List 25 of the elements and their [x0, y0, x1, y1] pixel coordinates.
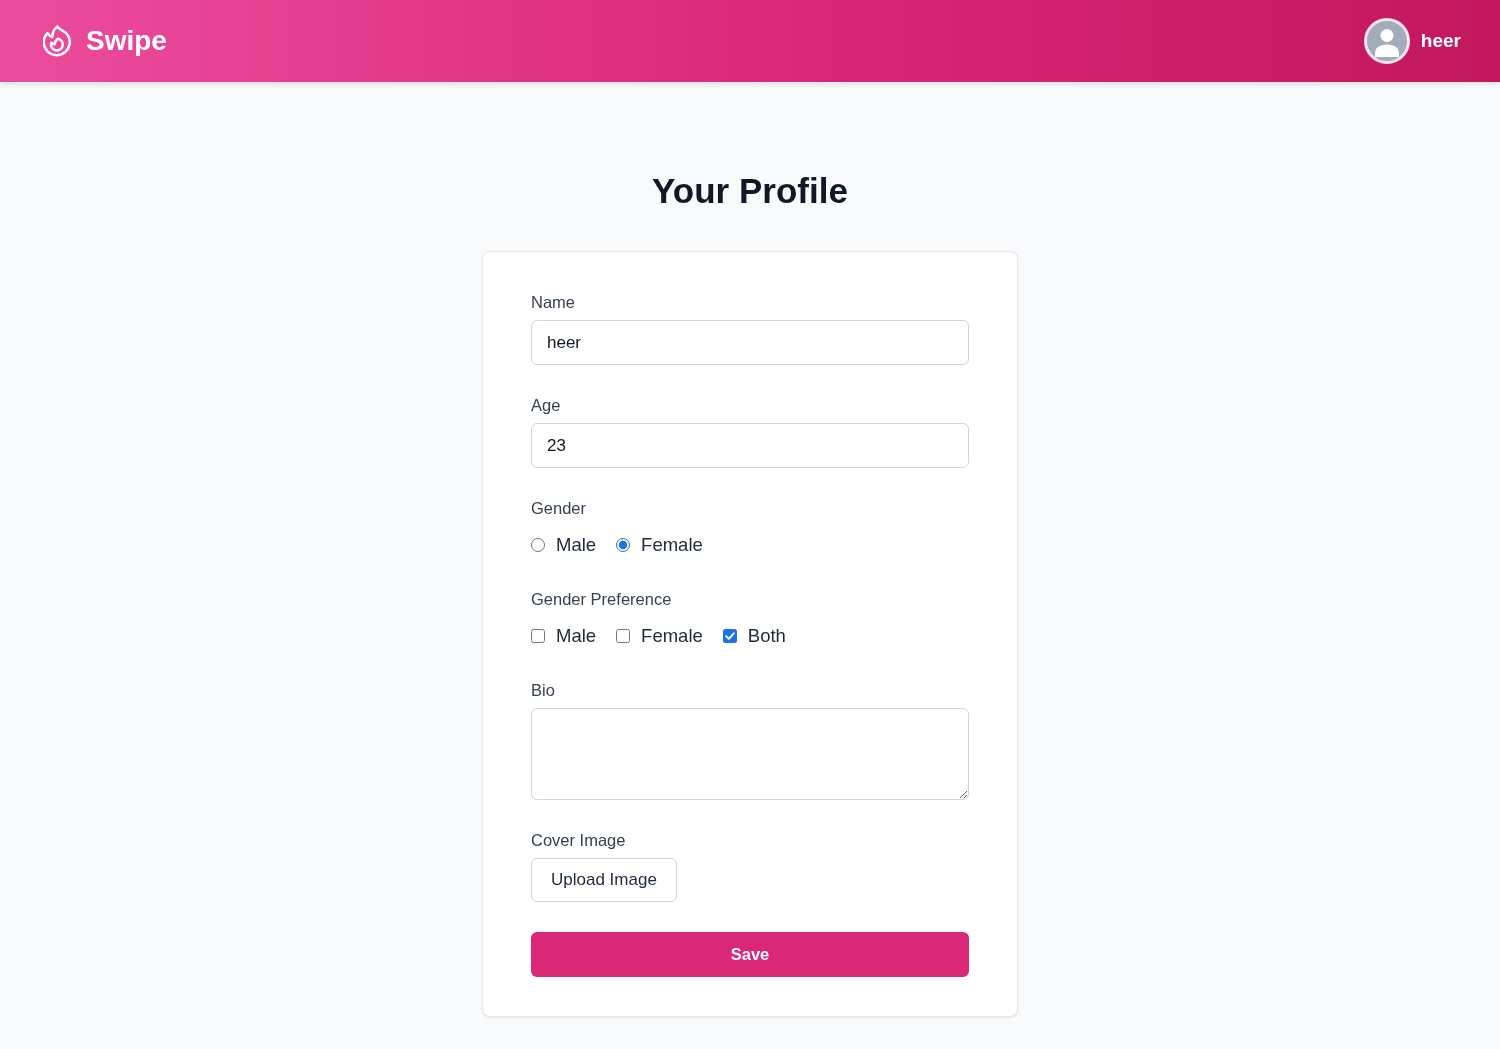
field-label: Age [531, 395, 562, 415]
flame-icon [43, 25, 71, 57]
input-field[interactable]: heer [531, 320, 969, 365]
avatar-icon [1363, 18, 1410, 64]
field-label: Name [531, 292, 576, 312]
field-label: Cover Image [531, 830, 627, 850]
checkbox[interactable] [722, 629, 737, 643]
field-label: Gender [531, 498, 588, 518]
input-field[interactable]: 23 [531, 423, 969, 468]
checkbox[interactable] [616, 629, 631, 643]
page-title: Your Profile [652, 171, 848, 211]
upload-button[interactable]: Upload Image [531, 858, 677, 902]
field-label: Gender Preference [531, 589, 673, 609]
option-label: Male [556, 624, 597, 648]
logo-link[interactable]: Swipe [43, 25, 167, 57]
checkbox[interactable] [531, 629, 545, 643]
option-label: Female [641, 533, 703, 557]
option-label: Both [747, 624, 786, 648]
save-button[interactable]: Save [531, 932, 969, 977]
radio-button[interactable] [531, 538, 545, 552]
radio-button[interactable] [616, 538, 631, 552]
option-label: Male [556, 533, 597, 557]
option-label: Female [641, 624, 703, 648]
field-label: Bio [531, 680, 556, 700]
user-menu-button[interactable]: heer [1363, 18, 1461, 64]
